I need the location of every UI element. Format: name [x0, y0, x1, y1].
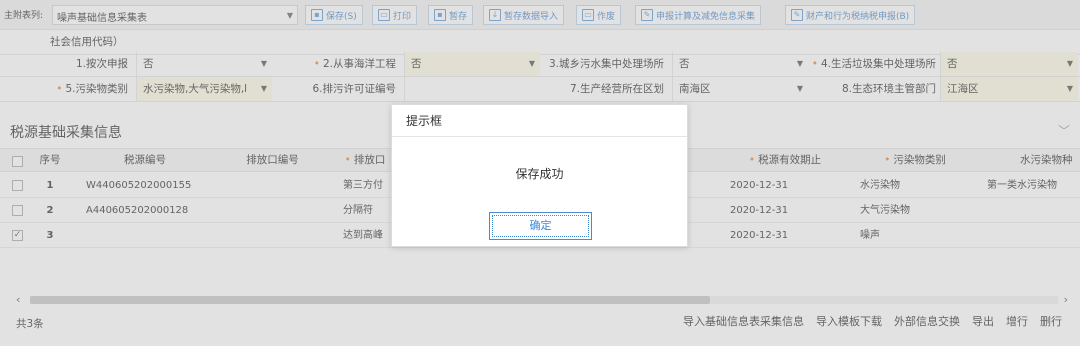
dialog-message: 保存成功 — [515, 167, 564, 181]
ok-button[interactable]: 确定 — [489, 212, 592, 240]
dialog-title: 提示框 — [392, 105, 687, 137]
message-dialog: 提示框 保存成功 确定 — [391, 104, 688, 247]
